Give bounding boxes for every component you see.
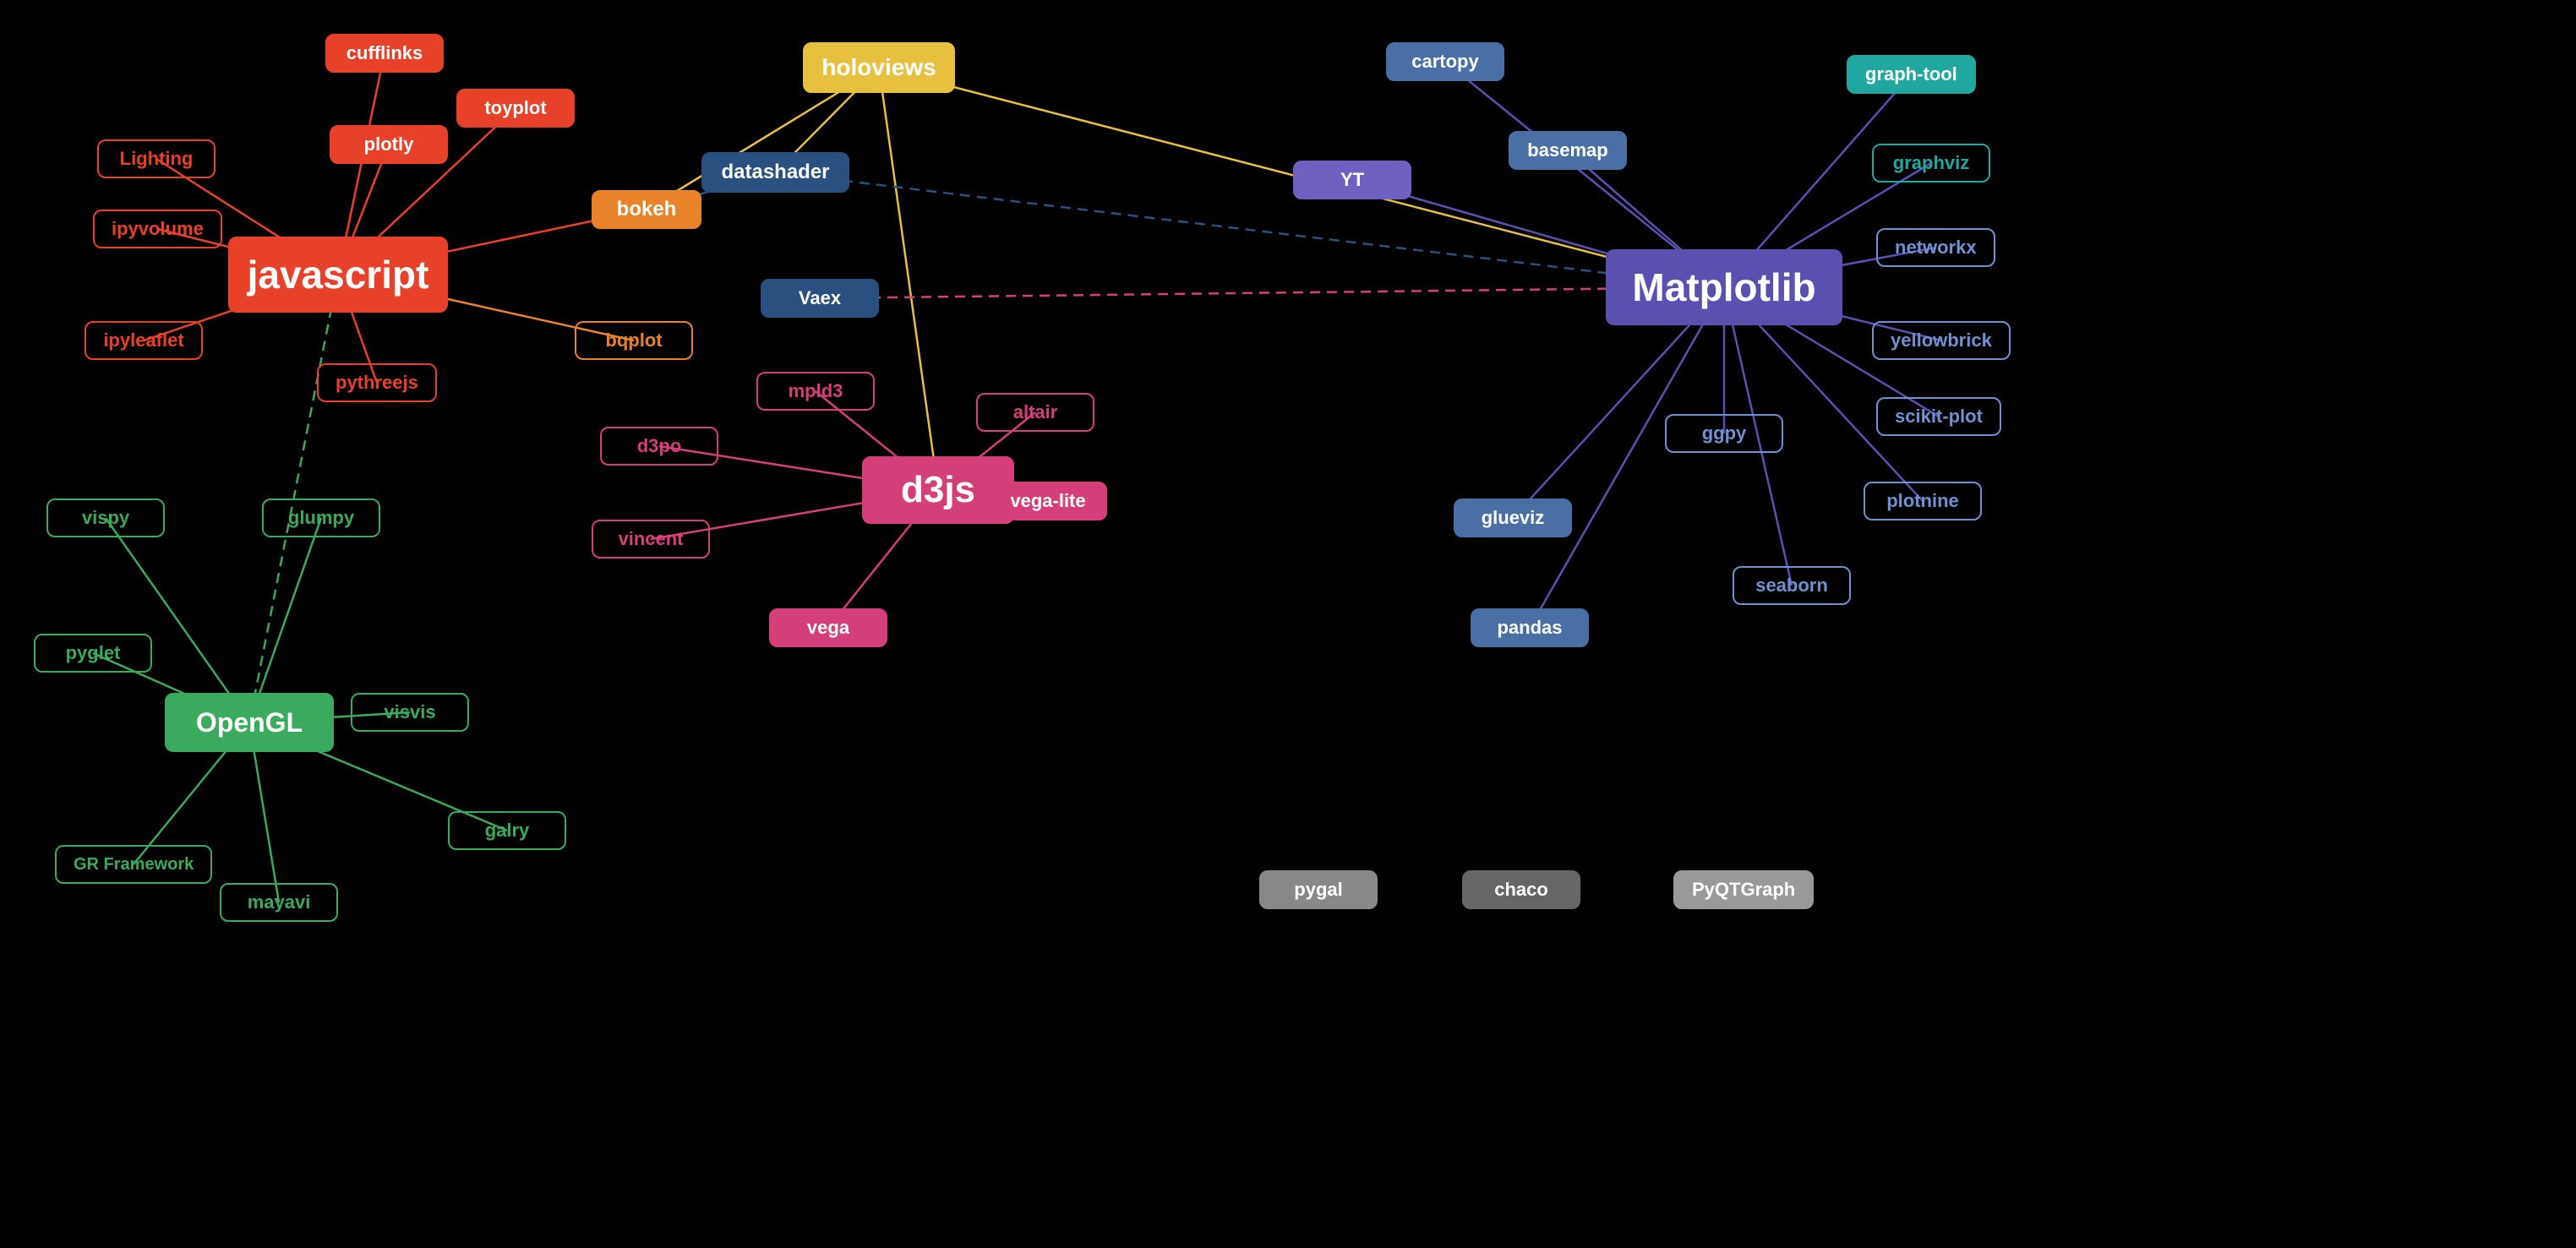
node-cufflinks: cufflinks — [325, 34, 444, 73]
node-javascript: javascript — [228, 237, 448, 313]
node-seaborn: seaborn — [1733, 566, 1851, 605]
node-altair: altair — [976, 393, 1094, 432]
node-cartopy: cartopy — [1386, 42, 1504, 81]
node-mayavi: mayavi — [220, 883, 338, 922]
node-pyqtgraph: PyQTGraph — [1673, 870, 1814, 909]
node-basemap: basemap — [1509, 131, 1627, 170]
node-vispy: vispy — [46, 499, 165, 537]
node-pyglet: pyglet — [34, 634, 152, 673]
node-pythreejs: pythreejs — [317, 363, 437, 402]
node-opengl: OpenGL — [165, 693, 334, 752]
node-galry: galry — [448, 811, 566, 850]
node-d3po: d3po — [600, 427, 718, 466]
node-ggpy: ggpy — [1665, 414, 1783, 453]
node-glumpy: glumpy — [262, 499, 380, 537]
node-graphviz: graphviz — [1872, 144, 1990, 183]
node-yellowbrick: yellowbrick — [1872, 321, 2011, 360]
node-vega_lite: vega-lite — [989, 482, 1107, 520]
node-vega: vega — [769, 608, 887, 647]
node-plotnine: plotnine — [1864, 482, 1982, 520]
node-plotly: plotly — [330, 125, 448, 164]
node-vincent: vincent — [592, 520, 710, 559]
node-holoviews: holoviews — [803, 42, 955, 93]
node-lighting: Lighting — [97, 139, 216, 178]
node-yt: YT — [1293, 161, 1411, 199]
node-scikit_plot: scikit-plot — [1876, 397, 2001, 436]
node-pandas: pandas — [1471, 608, 1589, 647]
node-bokeh: bokeh — [592, 190, 701, 229]
node-toyplot: toyplot — [456, 89, 575, 128]
node-mpld3: mpld3 — [756, 372, 875, 411]
node-ipyvolume: ipyvolume — [93, 210, 222, 248]
node-bqplot: bqplot — [575, 321, 693, 360]
node-gr_framework: GR Framework — [55, 845, 212, 884]
node-matplotlib: Matplotlib — [1606, 249, 1842, 325]
node-chaco: chaco — [1462, 870, 1580, 909]
node-pygal: pygal — [1259, 870, 1378, 909]
node-graph_tool: graph-tool — [1847, 55, 1976, 94]
node-datashader: datashader — [701, 152, 849, 193]
node-vaex: Vaex — [761, 279, 879, 318]
node-glueviz: glueviz — [1454, 499, 1572, 537]
node-ipyleaflet: ipyleaflet — [85, 321, 203, 360]
node-networkx: networkx — [1876, 228, 1995, 267]
node-visvis: visvis — [351, 693, 469, 732]
